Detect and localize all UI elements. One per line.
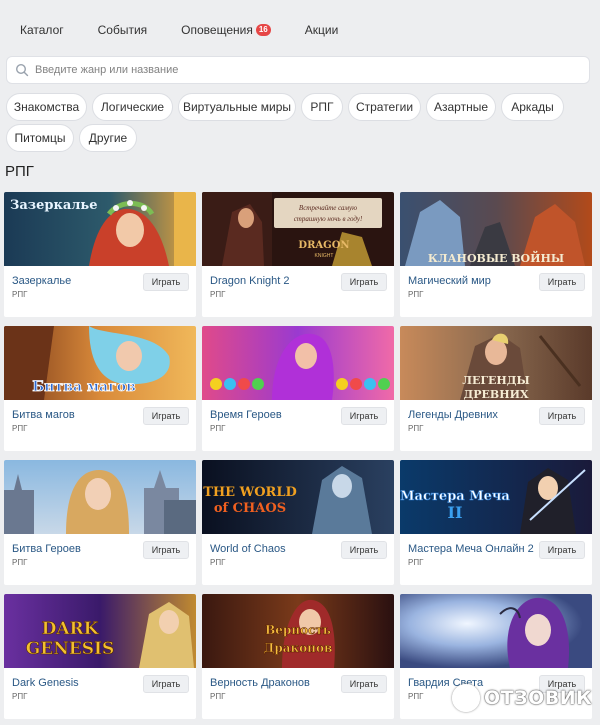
thumbnail-logo: DRAGON	[298, 240, 349, 251]
game-card-magic-world[interactable]: КЛАНОВЫЕ ВОЙНЫ Магический мир РПГ Играть	[400, 192, 592, 317]
thumbnail-subtitle: GENESIS	[26, 639, 114, 659]
play-button[interactable]: Играть	[143, 407, 189, 425]
watermark-text: ОТЗОВИК	[484, 687, 593, 709]
game-thumbnail: Мастера Меча II	[400, 460, 592, 534]
game-genre: РПГ	[408, 692, 424, 701]
game-card-battle-of-heroes[interactable]: Битва Героев РПГ Играть	[4, 460, 196, 585]
game-card-legends-of-ancients[interactable]: ЛЕГЕНДЫ ДРЕВНИХ Легенды Древних РПГ Игра…	[400, 326, 592, 451]
game-thumbnail: КЛАНОВЫЕ ВОЙНЫ	[400, 192, 592, 266]
game-card-dragon-knight-2[interactable]: Встречайте самую страшную ночь в году! D…	[202, 192, 394, 317]
game-title: World of Chaos	[210, 543, 286, 555]
game-thumbnail: Встречайте самую страшную ночь в году! D…	[202, 192, 394, 266]
thumbnail-logo: II	[448, 503, 463, 522]
play-button[interactable]: Играть	[341, 541, 387, 559]
thumbnail-subtitle: страшную ночь в году!	[294, 215, 363, 223]
play-button[interactable]: Играть	[143, 273, 189, 291]
thumbnail-title: ЛЕГЕНДЫ	[462, 374, 529, 387]
game-genre: РПГ	[12, 558, 28, 567]
game-title: Верность Драконов	[210, 677, 310, 689]
game-title: Dark Genesis	[12, 677, 79, 689]
game-title: Мастера Меча Онлайн 2	[408, 543, 534, 555]
play-button[interactable]: Играть	[341, 407, 387, 425]
game-card-battle-of-mages[interactable]: Битва магов Битва магов РПГ Играть	[4, 326, 196, 451]
thumbnail-title: Мастера Меча	[400, 489, 510, 504]
thumbnail-subtitle: of CHAOS	[214, 501, 286, 516]
game-title: Магический мир	[408, 275, 491, 287]
game-title: Зазеркалье	[12, 275, 72, 287]
play-button[interactable]: Играть	[341, 273, 387, 291]
game-thumbnail	[202, 326, 394, 400]
game-thumbnail: DARK GENESIS	[4, 594, 196, 668]
thumbnail-subtitle: Драконов	[264, 641, 333, 655]
game-title: Время Героев	[210, 409, 282, 421]
game-genre: РПГ	[408, 424, 424, 433]
play-button[interactable]: Играть	[539, 407, 585, 425]
thumbnail-title: Битва магов	[32, 379, 136, 395]
game-thumbnail: ЛЕГЕНДЫ ДРЕВНИХ	[400, 326, 592, 400]
game-title: Битва магов	[12, 409, 75, 421]
game-genre: РПГ	[210, 692, 226, 701]
thumbnail-title: Зазеркалье	[10, 198, 98, 213]
thumbnail-title: Верность	[265, 623, 331, 637]
game-genre: РПГ	[210, 290, 226, 299]
play-button[interactable]: Играть	[539, 541, 585, 559]
game-card-sword-masters-online-2[interactable]: Мастера Меча II Мастера Меча Онлайн 2 РП…	[400, 460, 592, 585]
game-title: Dragon Knight 2	[210, 275, 290, 287]
play-button[interactable]: Играть	[341, 675, 387, 693]
watermark-icon	[452, 684, 480, 712]
watermark-logo: ОТЗОВИК	[452, 682, 594, 714]
page: Каталог События Оповещения16 Акции Знако…	[0, 0, 600, 725]
play-button[interactable]: Играть	[143, 541, 189, 559]
play-button[interactable]: Играть	[539, 273, 585, 291]
game-card-dark-genesis[interactable]: DARK GENESIS Dark Genesis РПГ Играть	[4, 594, 196, 719]
game-card-world-of-chaos[interactable]: THE WORLD of CHAOS World of Chaos РПГ Иг…	[202, 460, 394, 585]
thumbnail-title: КЛАНОВЫЕ ВОЙНЫ	[428, 250, 564, 265]
play-button[interactable]: Играть	[143, 675, 189, 693]
thumbnail-title: DARK	[42, 619, 100, 639]
game-card-time-of-heroes[interactable]: Время Героев РПГ Играть	[202, 326, 394, 451]
thumbnail-logo-sub: KNIGHT	[315, 253, 334, 259]
game-card-zazerkalye[interactable]: Зазеркалье Зазеркалье РПГ Играть	[4, 192, 196, 317]
game-thumbnail: THE WORLD of CHAOS	[202, 460, 394, 534]
games-grid: Зазеркалье Зазеркалье РПГ Играть Встреча…	[0, 0, 600, 725]
game-genre: РПГ	[210, 558, 226, 567]
game-card-dragon-loyalty[interactable]: Верность Драконов Верность Драконов РПГ …	[202, 594, 394, 719]
game-thumbnail: Зазеркалье	[4, 192, 196, 266]
game-genre: РПГ	[408, 558, 424, 567]
game-genre: РПГ	[408, 290, 424, 299]
game-genre: РПГ	[210, 424, 226, 433]
game-thumbnail: Битва магов	[4, 326, 196, 400]
game-thumbnail: Верность Драконов	[202, 594, 394, 668]
game-genre: РПГ	[12, 424, 28, 433]
thumbnail-subtitle: ДРЕВНИХ	[463, 388, 529, 400]
thumbnail-title: THE WORLD	[203, 485, 297, 500]
game-thumbnail	[4, 460, 196, 534]
game-title: Битва Героев	[12, 543, 81, 555]
game-genre: РПГ	[12, 290, 28, 299]
game-title: Легенды Древних	[408, 409, 498, 421]
game-genre: РПГ	[12, 692, 28, 701]
thumbnail-title: Встречайте самую	[299, 204, 357, 212]
game-thumbnail	[400, 594, 592, 668]
